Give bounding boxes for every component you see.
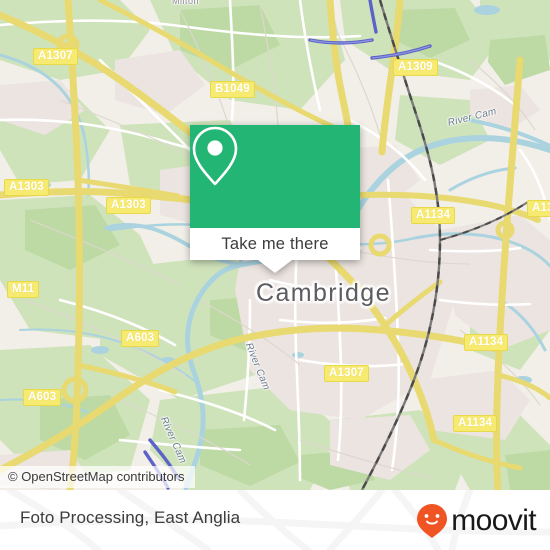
road-shield-a603[interactable]: A603 (23, 389, 62, 406)
moovit-logo[interactable]: moovit (415, 503, 537, 539)
road-shield-a1134[interactable]: A1134 (464, 334, 509, 351)
road-shield-a1309[interactable]: A1309 (393, 59, 438, 76)
road-shield-a603[interactable]: A603 (121, 330, 160, 347)
road-shield-a1303[interactable]: A1303 (4, 179, 49, 196)
moovit-wordmark: moovit (451, 504, 536, 537)
page-title: Foto Processing, East Anglia (20, 508, 241, 527)
popup-tail (258, 260, 292, 273)
map-page: Milton Cambridge River Cam River Cam Riv… (0, 0, 550, 550)
popup-header (190, 125, 360, 228)
road-shield-a1303[interactable]: A1303 (106, 197, 151, 214)
road-shield-b1049[interactable]: B1049 (210, 81, 255, 98)
road-shield-a1307[interactable]: A1307 (324, 365, 369, 382)
take-me-there-label: Take me there (221, 234, 329, 253)
road-shield-m11[interactable]: M11 (7, 281, 40, 298)
road-shield-a1134[interactable]: A1134 (411, 207, 456, 224)
location-popup-card[interactable]: Take me there (190, 125, 360, 273)
map-canvas[interactable]: Milton Cambridge River Cam River Cam Riv… (0, 0, 550, 490)
road-shield-a1134[interactable]: A1134 (453, 415, 498, 432)
footer-bar: Foto Processing, East Anglia moovit (0, 490, 550, 550)
map-label-cut-off: Milton (172, 0, 200, 6)
road-shield-a1307[interactable]: A1307 (33, 48, 78, 65)
osm-attribution[interactable]: © OpenStreetMap contributors (0, 466, 195, 488)
map-pin-icon (192, 126, 238, 186)
map-place-label-cambridge: Cambridge (256, 279, 391, 307)
popup-action[interactable]: Take me there (190, 228, 360, 260)
road-shield-a13-clipped[interactable]: A13 (527, 200, 550, 217)
moovit-pin-icon (417, 504, 448, 538)
